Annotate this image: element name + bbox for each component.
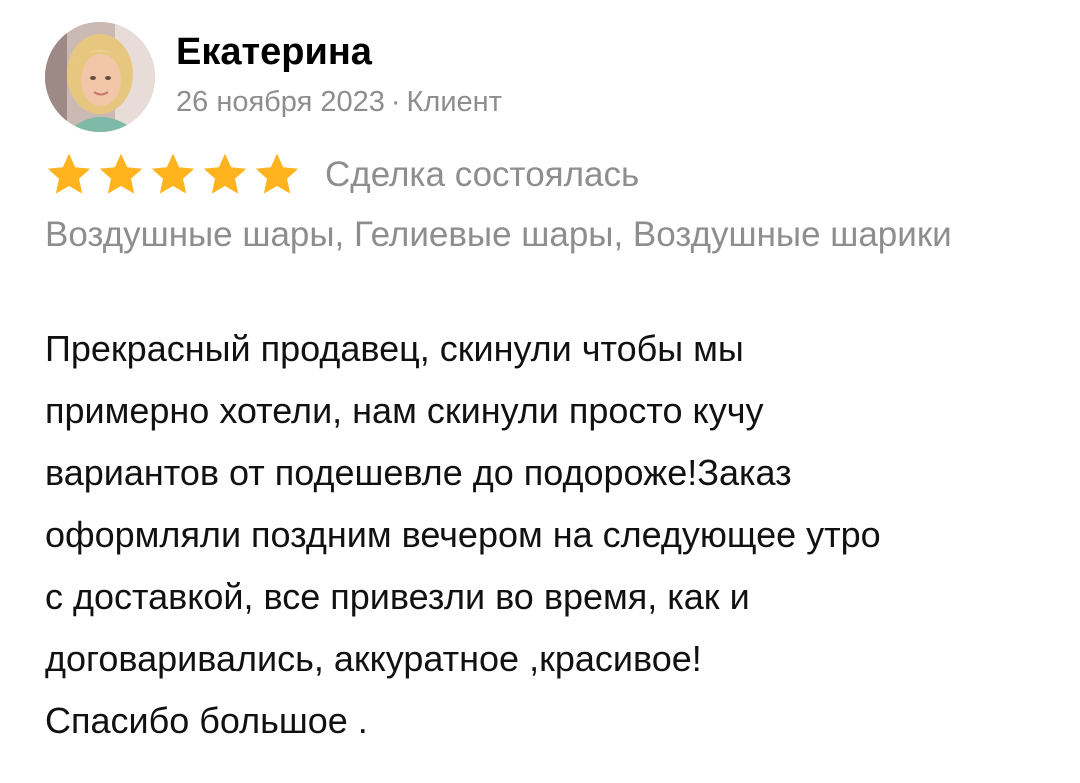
star-icon xyxy=(151,153,195,194)
rating-row: Сделка состоялась xyxy=(45,152,945,198)
review-header: Екатерина 26 ноября 2023 · Клиент xyxy=(45,22,945,132)
author-role: Клиент xyxy=(406,86,502,118)
star-icon xyxy=(99,153,143,194)
review-card: Екатерина 26 ноября 2023 · Клиент Сделка с… xyxy=(0,0,1080,783)
review-text: Прекрасный продавец, скинули чтобы мы пр… xyxy=(45,328,881,741)
review-meta: 26 ноября 2023 · Клиент xyxy=(176,84,502,120)
star-rating xyxy=(45,152,301,198)
star-icon xyxy=(255,153,299,194)
meta-separator: · xyxy=(390,86,401,118)
review-categories: Воздушные шары, Гелиевые шары, Воздушные… xyxy=(45,215,952,254)
star-icon xyxy=(47,153,91,194)
review-date: 26 ноября 2023 xyxy=(176,86,385,118)
avatar[interactable] xyxy=(45,22,155,132)
star-icon xyxy=(203,153,247,194)
deal-status: Сделка состоялась xyxy=(325,155,640,194)
avatar-photo xyxy=(45,22,155,132)
author-name: Екатерина xyxy=(176,31,372,73)
